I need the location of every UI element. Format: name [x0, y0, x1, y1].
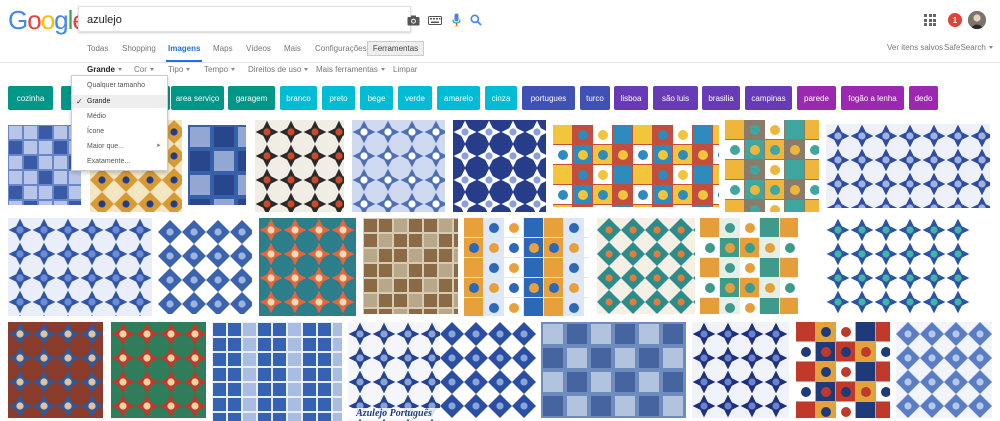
mic-icon[interactable] [448, 12, 464, 28]
chip-brasilia[interactable]: brasilia [702, 86, 740, 110]
image-result-azulejo-branco-azul[interactable] [440, 322, 536, 418]
search-tabs: Todas Shopping Imagens Maps Vídeos Mais … [0, 43, 1000, 63]
size-option-exactly[interactable]: Exatamente... [72, 155, 167, 168]
image-result-azulejo-azul-claro[interactable] [352, 120, 445, 212]
size-option-larger-than[interactable]: Maior que... ► [72, 140, 167, 153]
usage-rights-filter[interactable]: Direitos de uso [248, 65, 309, 74]
logo-letter: g [54, 5, 69, 35]
safesearch-link[interactable]: SafeSearch [944, 43, 993, 52]
image-result-cozinha-bege[interactable] [363, 218, 458, 314]
image-result-azulejo-verde-vermelho[interactable] [111, 322, 206, 418]
chip-amarelo[interactable]: amarelo [437, 86, 480, 110]
size-option-exactly-label: Exatamente... [87, 158, 131, 165]
image-result-azulejo-azul-marinho[interactable] [692, 322, 789, 418]
chip-cinza[interactable]: cinza [485, 86, 517, 110]
image-result-azulejo-geometrico[interactable] [597, 218, 695, 314]
logo-letter: o [40, 5, 56, 35]
image-result-azulejo-portugues[interactable] [826, 124, 990, 208]
tools-row: Grande Cor Tipo Tempo Direitos de uso Ma… [0, 63, 1000, 75]
tab-shopping[interactable]: Shopping [122, 43, 156, 63]
chip-garagem[interactable]: garagem [228, 86, 275, 110]
image-result-azulejo-azul-branco[interactable] [8, 218, 152, 316]
more-tools-label: Mais ferramentas [316, 65, 378, 74]
image-result-azulejo-verde[interactable] [826, 218, 970, 314]
image-caption: Azulejo Português [348, 408, 440, 419]
chip-verde[interactable]: verde [398, 86, 432, 110]
more-tools-filter[interactable]: Mais ferramentas [316, 65, 385, 74]
time-filter-label: Tempo [204, 65, 229, 74]
clear-filters-link[interactable]: Limpar [393, 65, 417, 74]
time-filter[interactable]: Tempo [204, 65, 236, 74]
image-result-azulejo-azul-suave[interactable] [896, 322, 992, 418]
chip-parede[interactable]: parede [797, 86, 836, 110]
color-filter[interactable]: Cor [134, 65, 154, 74]
tab-mais[interactable]: Mais [284, 43, 301, 63]
apps-grid-icon[interactable] [924, 14, 936, 26]
size-option-medium[interactable]: Médio [72, 110, 167, 123]
image-result-azulejo-laranja[interactable] [259, 218, 356, 316]
image-result-painel-historico[interactable] [541, 322, 686, 418]
logo-letter: G [8, 5, 28, 35]
search-box [78, 6, 482, 32]
chip-preto[interactable]: preto [322, 86, 355, 110]
avatar[interactable] [968, 11, 986, 29]
safesearch-label: SafeSearch [944, 43, 986, 52]
google-image-search-page: Google 1 Todas Shopping Imagens Maps Víd… [0, 0, 1000, 421]
chip-branco[interactable]: branco [280, 86, 317, 110]
search-input[interactable] [87, 11, 307, 28]
logo-letter: o [27, 5, 42, 35]
google-logo[interactable]: Google [8, 5, 87, 36]
tools-button[interactable]: Ferramentas [367, 41, 424, 56]
chevron-right-icon: ► [156, 143, 162, 149]
chip-campinas[interactable]: campinas [745, 86, 792, 110]
chip-fogão-a-lenha[interactable]: fogão a lenha [841, 86, 904, 110]
chip-bege[interactable]: bege [360, 86, 393, 110]
image-result-azulejo-colorido[interactable] [553, 125, 719, 207]
size-option-medium-label: Médio [87, 113, 107, 120]
image-result-cozinha-colorida[interactable] [725, 120, 819, 212]
chip-area-serviço[interactable]: area serviço [171, 86, 224, 110]
image-result-azulejo-terracota[interactable] [8, 322, 103, 418]
image-result-azulejo-retro[interactable] [700, 218, 798, 314]
tab-configuracoes[interactable]: Configurações [315, 43, 367, 63]
image-result-azulejo-azul-escuro[interactable] [453, 120, 546, 212]
chip-são-luis[interactable]: são luis [653, 86, 698, 110]
saved-items-link[interactable]: Ver itens salvos [887, 43, 943, 52]
tab-todas[interactable]: Todas [87, 43, 108, 63]
size-option-icon[interactable]: Ícone [72, 125, 167, 138]
usage-rights-label: Direitos de uso [248, 65, 302, 74]
size-option-icon-label: Ícone [87, 128, 105, 135]
search-icon[interactable] [468, 12, 484, 28]
size-option-large-label: Grande [87, 98, 111, 105]
image-result-painel-azulejo[interactable] [188, 125, 246, 205]
checkmark-icon: ✓ [76, 97, 83, 106]
tab-maps[interactable]: Maps [213, 43, 233, 63]
tab-videos[interactable]: Vídeos [246, 43, 271, 63]
size-option-any[interactable]: Qualquer tamanho [72, 79, 167, 92]
chip-lisboa[interactable]: lisboa [614, 86, 648, 110]
notification-badge[interactable]: 1 [948, 13, 962, 27]
chip-turco[interactable]: turco [580, 86, 610, 110]
keyboard-icon[interactable] [427, 12, 443, 28]
size-filter[interactable]: Grande [87, 65, 123, 74]
camera-icon[interactable] [405, 12, 421, 28]
color-filter-label: Cor [134, 65, 147, 74]
size-option-large[interactable]: ✓ Grande [72, 95, 167, 108]
chip-portugues[interactable]: portugues [522, 86, 575, 110]
type-filter[interactable]: Tipo [168, 65, 191, 74]
type-filter-label: Tipo [168, 65, 184, 74]
image-result-azulejo-portugues-texto[interactable]: Azulejo Português [348, 322, 440, 421]
image-result-azulejo-floral[interactable] [158, 220, 252, 314]
tab-imagens[interactable]: Imagens [165, 43, 203, 63]
chip-dedo[interactable]: dedo [909, 86, 938, 110]
image-result-azulejo-geometrico-colorido[interactable] [796, 322, 890, 418]
chip-cozinha[interactable]: cozinha [8, 86, 53, 110]
size-filter-label: Grande [87, 65, 116, 74]
image-result-azulejo-mosaico[interactable] [464, 218, 589, 316]
size-option-larger-than-label: Maior que... [87, 143, 124, 150]
size-dropdown-menu: Qualquer tamanho ✓ Grande Médio Ícone Mai… [71, 75, 168, 171]
image-result-azulejo-preto[interactable] [255, 120, 344, 212]
image-result-azulejo-catalogo[interactable] [212, 322, 342, 421]
size-option-any-label: Qualquer tamanho [87, 82, 145, 89]
